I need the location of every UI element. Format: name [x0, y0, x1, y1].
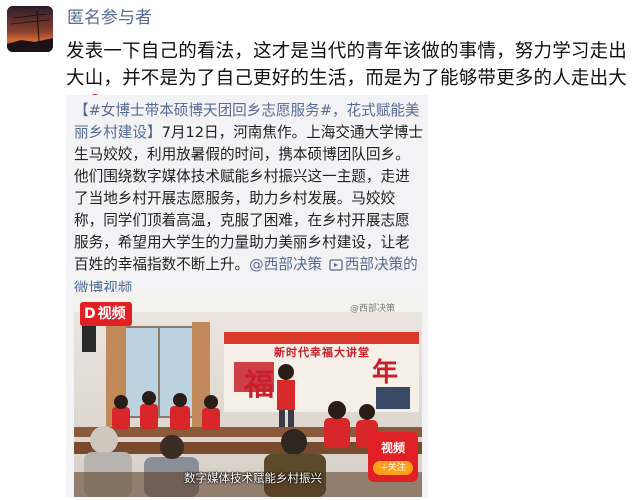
shared-weibo-card[interactable]: 【#女博士带本硕博天团回乡志愿服务#，花式赋能美丽乡村建设】7月12日，河南焦作…: [66, 95, 428, 497]
mention-link[interactable]: @西部决策: [249, 256, 322, 273]
video-logo: D 视频: [80, 302, 132, 326]
play-d-icon: D: [84, 306, 96, 322]
banner-text: 新时代幸福大讲堂: [274, 346, 370, 359]
banner-char-fu: 福: [244, 368, 274, 403]
video-thumbnail[interactable]: D 视频 @西部决策 新时代幸福大讲堂 福 年 视频 +关注 数字媒体技术赋能乡村…: [74, 292, 422, 497]
follow-button[interactable]: +关注: [373, 461, 413, 475]
banner-char-nian: 年: [372, 358, 399, 388]
username[interactable]: 匿名参与者: [67, 6, 152, 30]
video-link-icon: [329, 256, 343, 278]
video-logo-label: 视频: [97, 306, 126, 322]
feed-post: 匿名参与者 发表一下自己的看法，这才是当代的青年该做的事情，努力学习走出大山，并…: [0, 0, 636, 500]
video-badge[interactable]: 视频 +关注: [368, 432, 418, 482]
badge-title: 视频: [380, 441, 405, 455]
avatar[interactable]: [7, 6, 53, 52]
video-caption: 数字媒体技术赋能乡村振兴: [184, 471, 322, 485]
watermark: @西部决策: [350, 304, 396, 314]
shared-text: 【#女博士带本硕博天团回乡志愿服务#，花式赋能美丽乡村建设】7月12日，河南焦作…: [74, 100, 424, 300]
shared-body: 7月12日，河南焦作。上海交通大学博士生马姣姣，利用放暑假的时间，携本硕博团队回…: [74, 124, 423, 273]
